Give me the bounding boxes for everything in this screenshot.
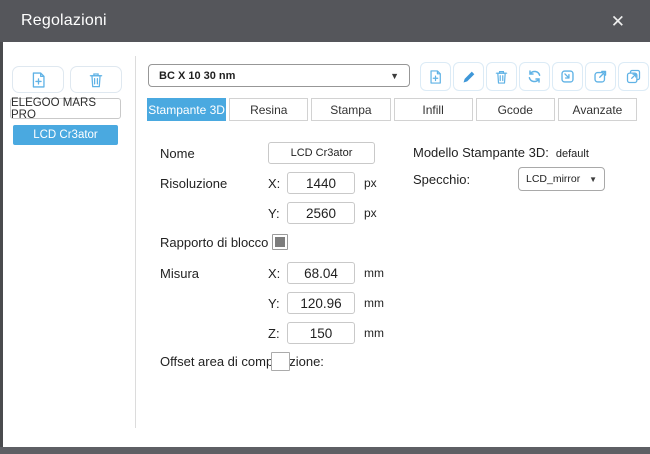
settings-dialog: Regolazioni ✕ ELEGOO MARS PRO LCD Cr3ato… bbox=[0, 0, 650, 454]
resolution-y-unit: px bbox=[364, 206, 377, 220]
tab-infill[interactable]: Infill bbox=[394, 98, 473, 121]
size-z-unit: mm bbox=[364, 326, 384, 340]
mirror-dropdown[interactable]: LCD_mirror ▼ bbox=[518, 167, 605, 191]
export-icon bbox=[593, 69, 608, 84]
import-icon bbox=[560, 69, 575, 84]
dialog-title: Regolazioni bbox=[21, 12, 107, 30]
size-y-unit: mm bbox=[364, 296, 384, 310]
mirror-dropdown-value: LCD_mirror bbox=[526, 173, 580, 185]
chevron-down-icon: ▼ bbox=[390, 71, 399, 81]
rapporto-di-blocco-label: Rapporto di blocco bbox=[160, 235, 268, 250]
resolution-x-unit: px bbox=[364, 176, 377, 190]
row-misura-x: Misura X: mm bbox=[160, 262, 384, 284]
delete-printer-button[interactable] bbox=[70, 66, 122, 93]
chevron-down-icon: ▼ bbox=[589, 175, 597, 184]
trash-icon bbox=[89, 72, 103, 88]
size-x-unit: mm bbox=[364, 266, 384, 280]
specchio-label: Specchio: bbox=[413, 172, 518, 187]
z-axis-label: Z: bbox=[268, 326, 287, 341]
tab-avanzate[interactable]: Avanzate bbox=[558, 98, 637, 121]
y-axis-label: Y: bbox=[268, 296, 287, 311]
x-axis-label: X: bbox=[268, 266, 287, 281]
lock-ratio-checkbox[interactable] bbox=[272, 234, 288, 250]
tab-stampante-3d[interactable]: Stampante 3D bbox=[147, 98, 226, 121]
resolution-x-input[interactable] bbox=[287, 172, 355, 194]
modello-stampante-value: default bbox=[556, 148, 589, 160]
tab-resina[interactable]: Resina bbox=[229, 98, 308, 121]
new-profile-button[interactable] bbox=[420, 62, 451, 91]
printer-item-label: ELEGOO MARS PRO bbox=[11, 97, 120, 121]
row-risoluzione-y: Y: px bbox=[160, 202, 377, 224]
trash-icon bbox=[495, 70, 508, 84]
add-printer-button[interactable] bbox=[12, 66, 64, 93]
row-offset-area: Offset area di comp zione: bbox=[160, 352, 324, 371]
row-modello-stampante: Modello Stampante 3D: default bbox=[413, 145, 589, 160]
nome-label: Nome bbox=[160, 146, 268, 161]
row-rapporto-di-blocco: Rapporto di blocco bbox=[160, 234, 288, 250]
import-profile-button[interactable] bbox=[552, 62, 583, 91]
modello-stampante-label: Modello Stampante 3D: bbox=[413, 145, 549, 160]
edit-profile-button[interactable] bbox=[453, 62, 484, 91]
size-x-input[interactable] bbox=[287, 262, 355, 284]
tab-gcode[interactable]: Gcode bbox=[476, 98, 555, 121]
row-nome: Nome bbox=[160, 142, 375, 164]
size-y-input[interactable] bbox=[287, 292, 355, 314]
printer-item-elegoo-mars-pro[interactable]: ELEGOO MARS PRO bbox=[10, 98, 121, 119]
x-axis-label: X: bbox=[268, 176, 287, 191]
window-edge-bottom bbox=[0, 447, 650, 454]
offset-label-part2: zione: bbox=[289, 354, 324, 369]
export-all-profiles-button[interactable] bbox=[618, 62, 649, 91]
window-edge-left bbox=[0, 42, 3, 454]
y-axis-label: Y: bbox=[268, 206, 287, 221]
size-z-input[interactable] bbox=[287, 322, 355, 344]
refresh-icon bbox=[527, 69, 542, 84]
file-plus-icon bbox=[31, 72, 46, 88]
nome-input[interactable] bbox=[268, 142, 375, 164]
row-specchio: Specchio: LCD_mirror ▼ bbox=[413, 167, 605, 191]
file-plus-icon bbox=[429, 70, 442, 84]
offset-label-part1: Offset area di comp bbox=[160, 354, 273, 369]
export-profile-button[interactable] bbox=[585, 62, 616, 91]
misura-label: Misura bbox=[160, 266, 268, 281]
pencil-icon bbox=[462, 70, 476, 84]
profile-dropdown-value: BC X 10 30 nm bbox=[159, 70, 235, 82]
printer-item-label: LCD Cr3ator bbox=[33, 129, 98, 141]
row-risoluzione-x: Risoluzione X: px bbox=[160, 172, 377, 194]
close-icon[interactable]: ✕ bbox=[607, 11, 629, 32]
row-misura-y: Y: mm bbox=[160, 292, 384, 314]
offset-area-checkbox[interactable] bbox=[271, 352, 290, 371]
row-misura-z: Z: mm bbox=[160, 322, 384, 344]
refresh-profile-button[interactable] bbox=[519, 62, 550, 91]
risoluzione-label: Risoluzione bbox=[160, 176, 268, 191]
settings-tabs: Stampante 3D Resina Stampa Infill Gcode … bbox=[147, 98, 637, 121]
delete-profile-button[interactable] bbox=[486, 62, 517, 91]
titlebar: Regolazioni ✕ bbox=[0, 0, 650, 42]
tab-stampa[interactable]: Stampa bbox=[311, 98, 390, 121]
printer-item-lcd-cr3ator[interactable]: LCD Cr3ator bbox=[13, 125, 118, 145]
resolution-y-input[interactable] bbox=[287, 202, 355, 224]
sidebar-divider bbox=[135, 56, 136, 428]
profile-dropdown[interactable]: BC X 10 30 nm ▼ bbox=[148, 64, 410, 87]
export-all-icon bbox=[626, 69, 641, 84]
